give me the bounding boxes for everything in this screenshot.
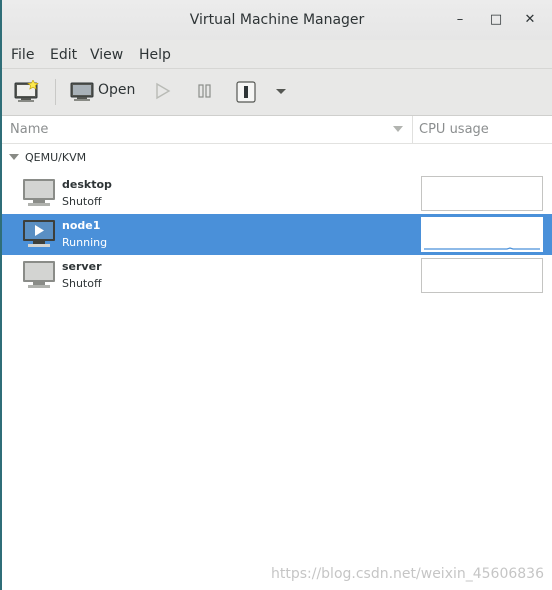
new-vm-button[interactable]	[14, 79, 40, 102]
vm-row-server[interactable]: server Shutoff	[2, 255, 552, 296]
toolbar-separator	[55, 79, 56, 105]
menu-view[interactable]: View	[90, 47, 123, 63]
title-bar[interactable]: Virtual Machine Manager – □ ✕	[2, 0, 552, 40]
vm-status: Shutoff	[62, 195, 102, 208]
cpu-usage-graph	[421, 176, 543, 211]
run-button[interactable]	[154, 81, 174, 103]
cpu-usage-graph	[421, 258, 543, 293]
menu-bar: File Edit View Help	[2, 40, 552, 69]
vm-name: server	[62, 260, 102, 273]
vm-status: Shutoff	[62, 277, 102, 290]
vm-name: node1	[62, 219, 101, 232]
cpu-usage-graph	[421, 217, 543, 252]
pause-button[interactable]	[196, 81, 216, 103]
vm-name: desktop	[62, 178, 112, 191]
menu-file[interactable]: File	[11, 47, 34, 63]
monitor-icon	[70, 82, 94, 101]
connection-label: QEMU/KVM	[25, 151, 87, 164]
shutdown-menu-dropdown[interactable]	[274, 81, 292, 103]
sort-arrow-icon[interactable]	[392, 124, 404, 134]
column-cpu-header[interactable]: CPU usage	[419, 122, 489, 137]
column-divider[interactable]	[412, 116, 413, 143]
vmm-window: Virtual Machine Manager – □ ✕ File Edit …	[2, 0, 552, 590]
close-button[interactable]: ✕	[520, 10, 540, 30]
vm-row-node1[interactable]: node1 Running	[2, 214, 552, 255]
pause-icon	[198, 84, 211, 98]
vm-row-desktop[interactable]: desktop Shutoff	[2, 173, 552, 214]
cpu-usage-line	[424, 247, 540, 250]
chevron-down-icon	[276, 89, 286, 94]
new-vm-icon	[14, 79, 39, 102]
menu-edit[interactable]: Edit	[50, 47, 77, 63]
column-header: Name CPU usage	[2, 116, 552, 144]
column-name-header[interactable]: Name	[10, 122, 48, 137]
minimize-button[interactable]: –	[450, 10, 470, 30]
vm-shutoff-icon	[23, 261, 55, 288]
menu-help[interactable]: Help	[139, 47, 171, 63]
vm-shutoff-icon	[23, 179, 55, 206]
vm-status: Running	[62, 236, 108, 249]
open-label: Open	[98, 82, 136, 98]
shutdown-icon	[236, 81, 256, 103]
play-icon	[156, 82, 171, 100]
expander-down-icon[interactable]	[9, 154, 19, 162]
connection-row[interactable]: QEMU/KVM	[2, 142, 552, 172]
watermark-text: https://blog.csdn.net/weixin_45606836	[270, 566, 544, 582]
maximize-button[interactable]: □	[486, 10, 506, 30]
toolbar: Open	[2, 69, 552, 116]
vm-running-icon	[23, 220, 55, 247]
open-button[interactable]: Open	[70, 81, 136, 103]
shutdown-button[interactable]	[235, 81, 259, 103]
